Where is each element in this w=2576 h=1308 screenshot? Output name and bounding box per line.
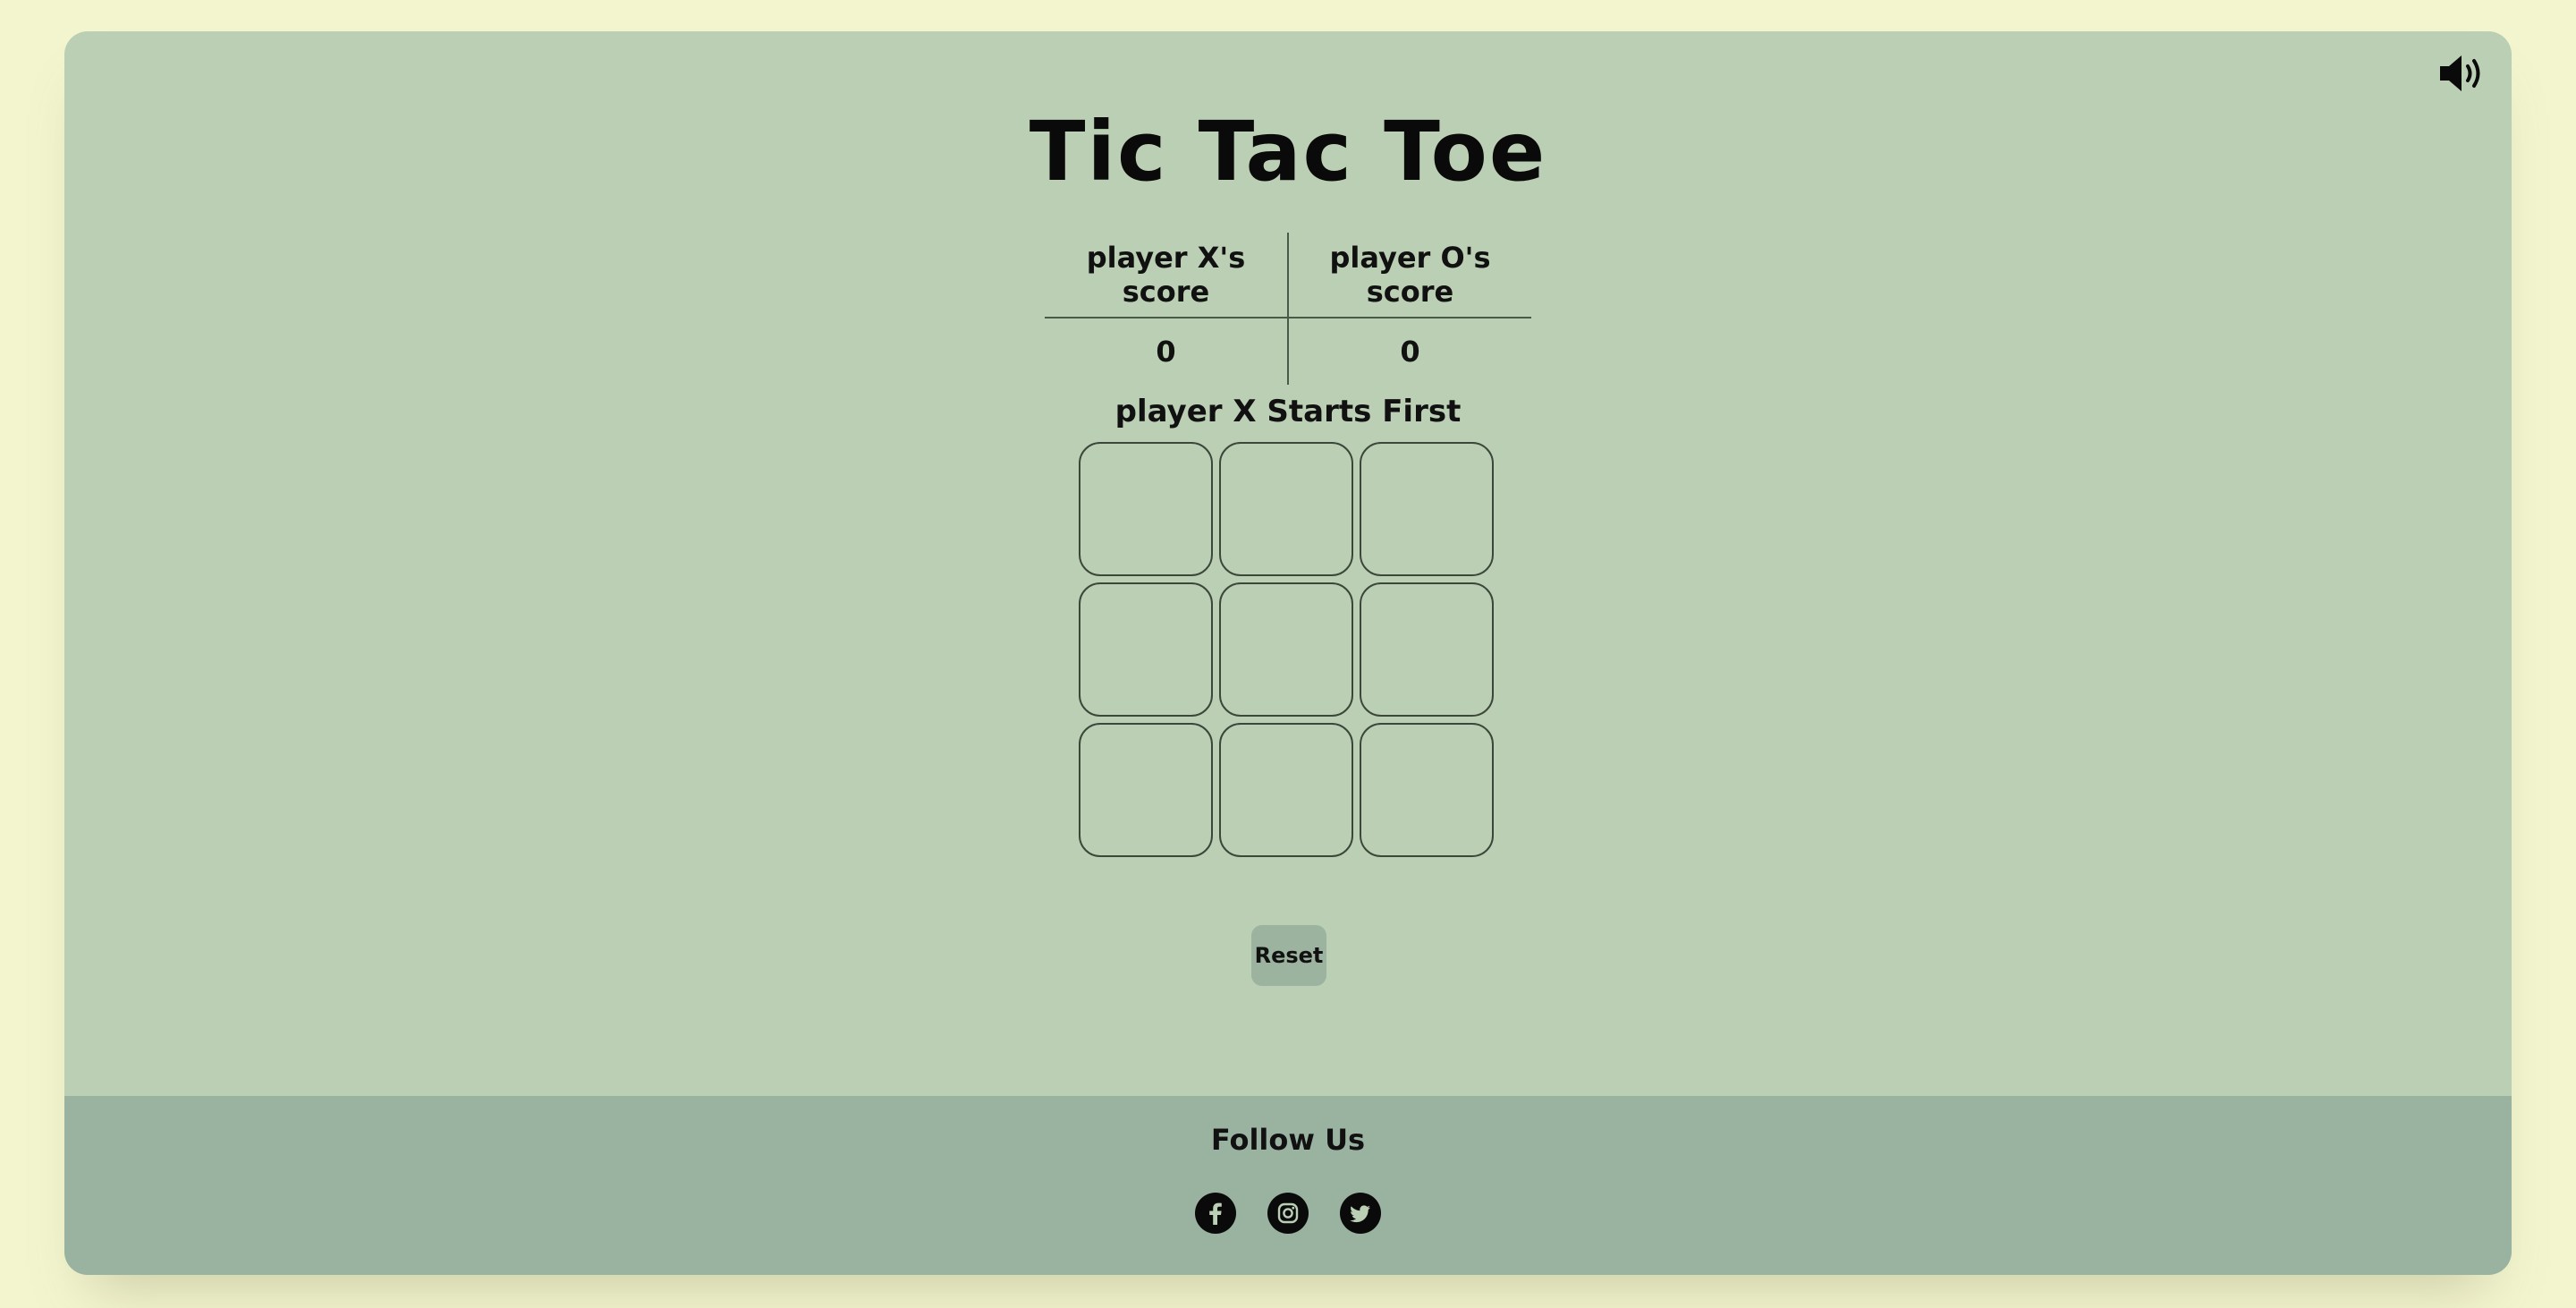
scoreboard: player X's score player O's score 0 0 <box>1045 233 1531 385</box>
player-o-score-header: player O's score <box>1288 233 1531 319</box>
speaker-volume-icon <box>2440 55 2480 91</box>
board-cell-8[interactable] <box>1219 723 1353 857</box>
reset-button[interactable]: Reset <box>1251 925 1326 986</box>
game-card: Tic Tac Toe player X's score player O's … <box>64 31 2512 1275</box>
instagram-icon <box>1277 1202 1299 1224</box>
turn-message: player X Starts First <box>1114 394 1462 429</box>
instagram-link[interactable] <box>1267 1193 1309 1234</box>
facebook-link[interactable] <box>1195 1193 1236 1234</box>
board-cell-1[interactable] <box>1079 442 1213 576</box>
board-cell-4[interactable] <box>1079 582 1213 717</box>
board-cell-7[interactable] <box>1079 723 1213 857</box>
player-x-score-header: player X's score <box>1045 233 1289 319</box>
footer: Follow Us <box>64 1096 2512 1275</box>
sound-toggle-button[interactable] <box>2436 51 2487 96</box>
social-links <box>64 1193 2512 1234</box>
player-o-score: 0 <box>1400 335 1420 369</box>
twitter-link[interactable] <box>1340 1193 1381 1234</box>
facebook-icon <box>1209 1202 1222 1225</box>
twitter-icon <box>1350 1205 1370 1223</box>
board-cell-6[interactable] <box>1360 582 1494 717</box>
board-cell-5[interactable] <box>1219 582 1353 717</box>
game-title: Tic Tac Toe <box>1029 104 1547 200</box>
board-cell-3[interactable] <box>1360 442 1494 576</box>
game-board <box>1079 442 1497 861</box>
board-cell-9[interactable] <box>1360 723 1494 857</box>
player-x-score: 0 <box>1045 318 1289 385</box>
board-cell-2[interactable] <box>1219 442 1353 576</box>
follow-us-label: Follow Us <box>1210 1123 1366 1157</box>
